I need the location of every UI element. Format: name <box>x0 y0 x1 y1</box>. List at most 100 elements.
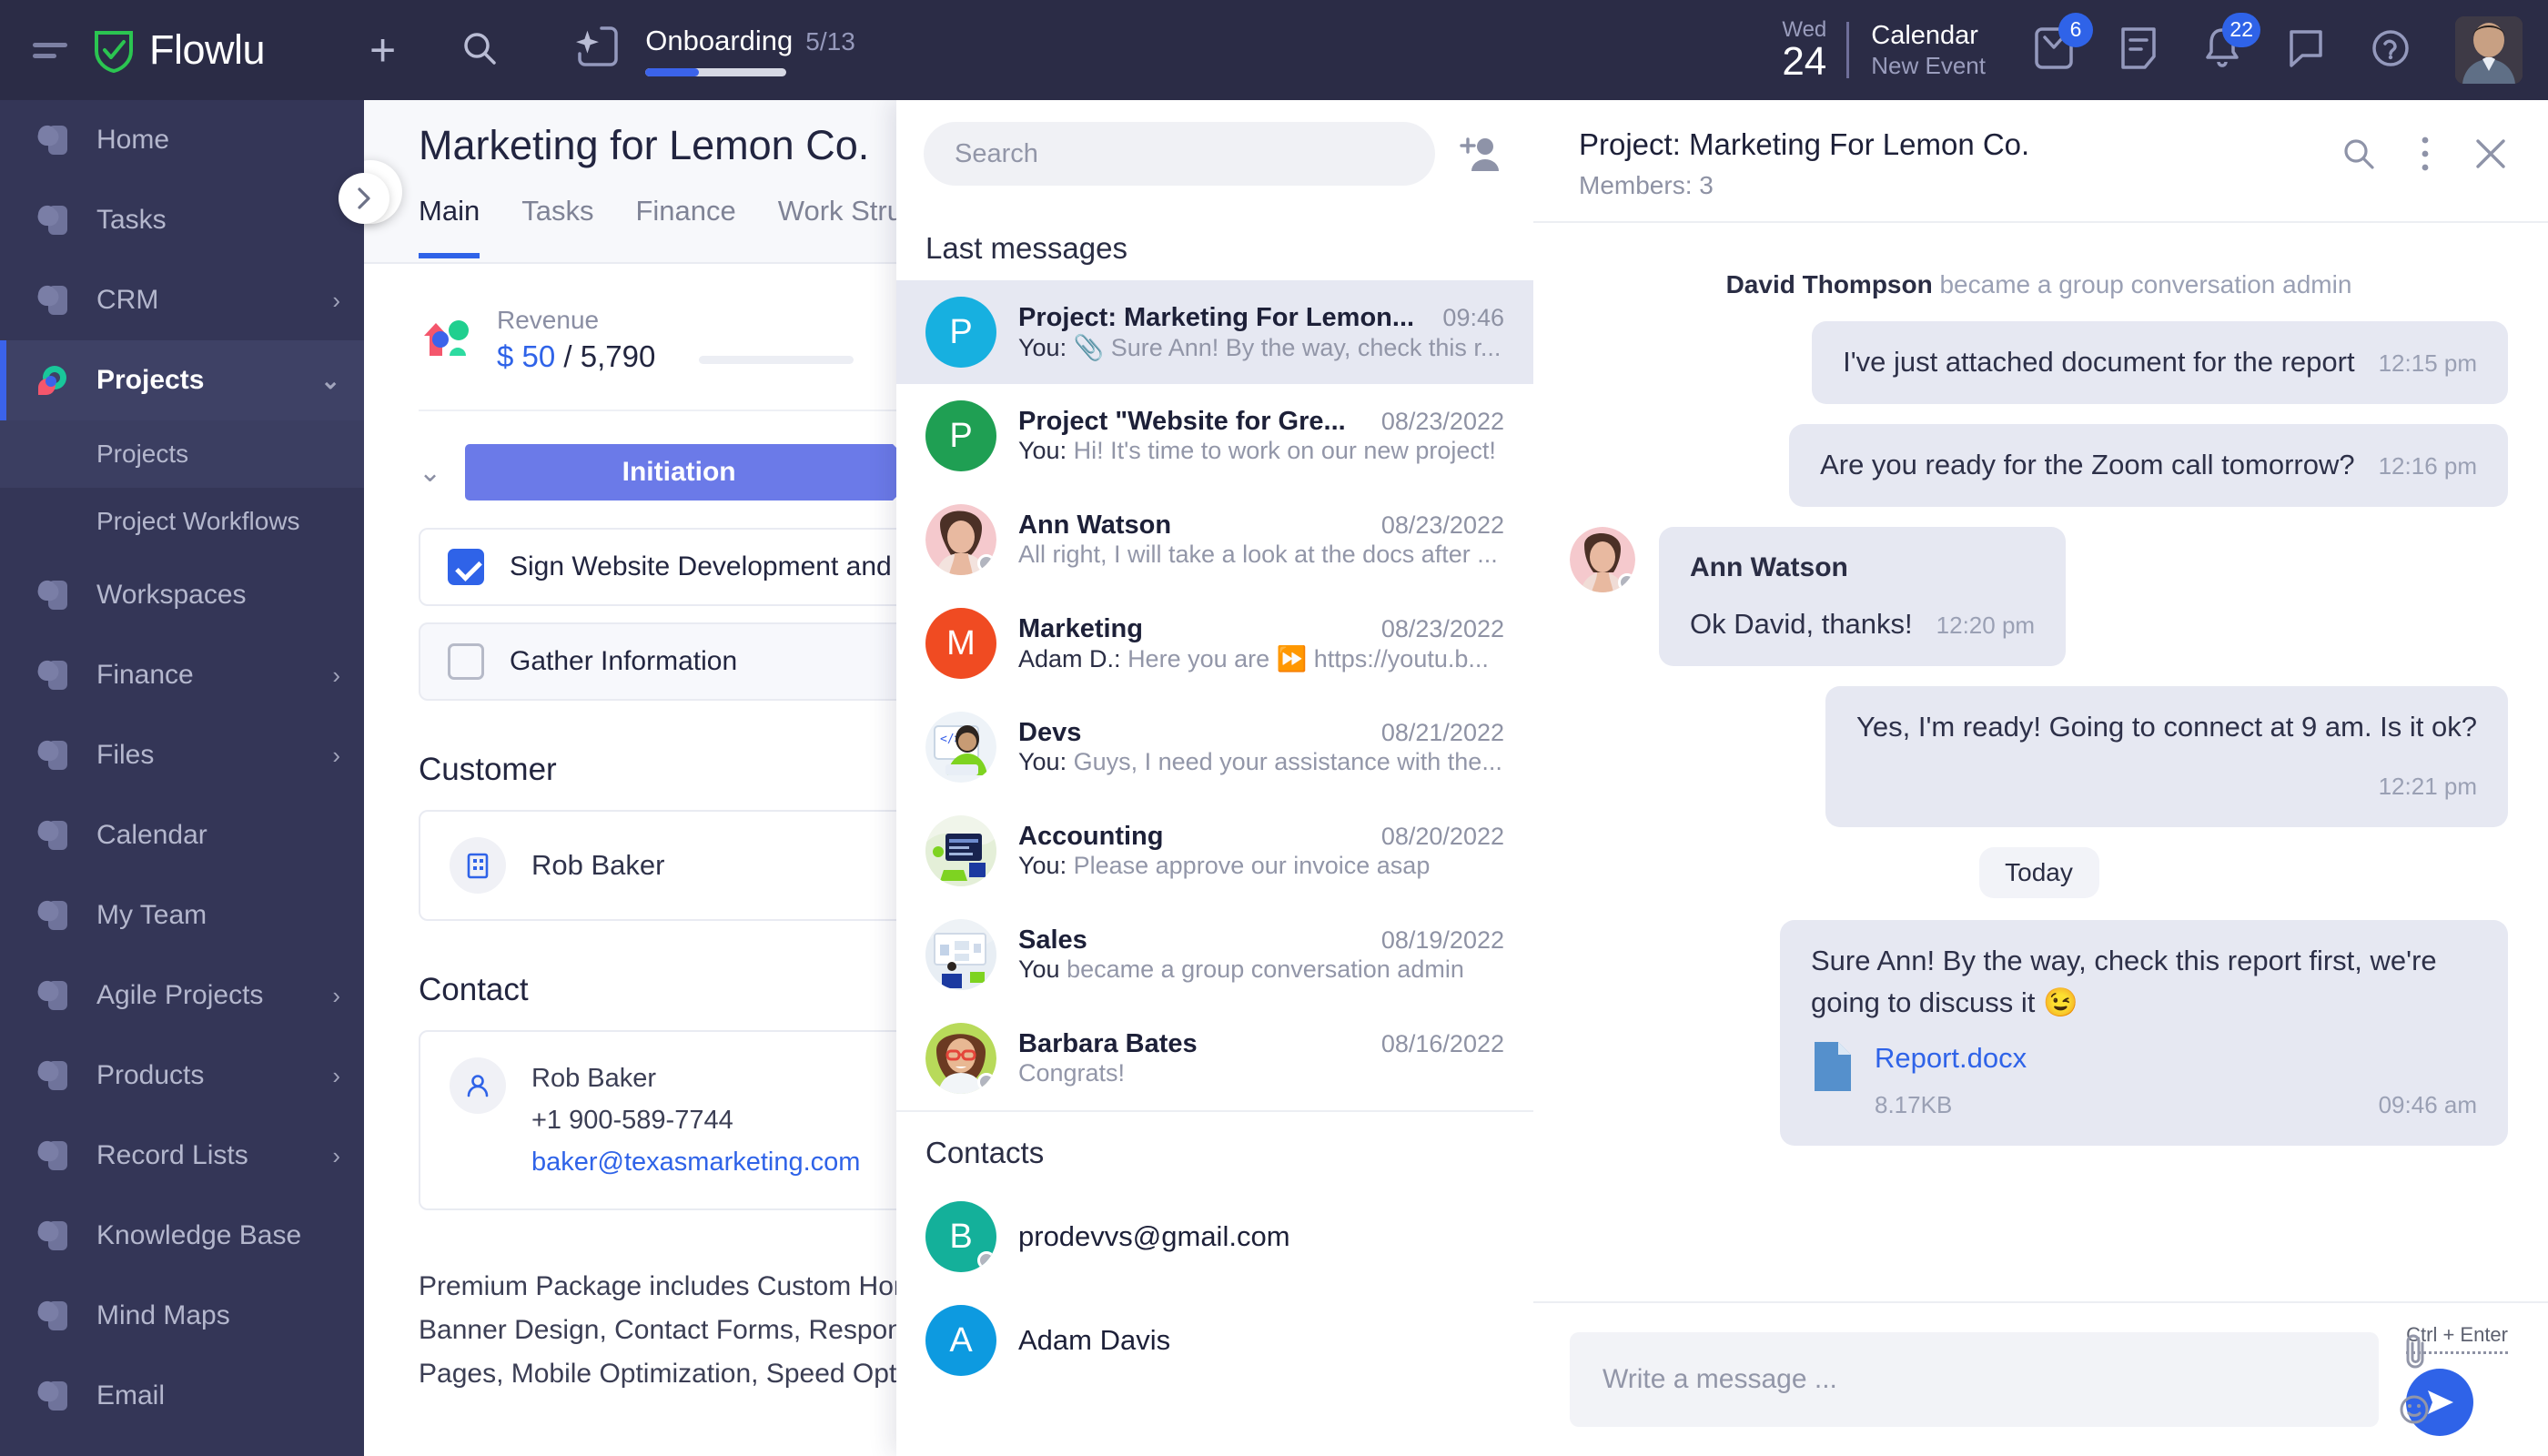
chevron-down-icon[interactable]: ⌄ <box>320 367 340 395</box>
message-time: 09:46 am <box>2378 1091 2477 1118</box>
message-bubble[interactable]: I've just attached document for the repo… <box>1812 321 2508 404</box>
close-icon[interactable] <box>2473 136 2508 176</box>
chevron-right-icon[interactable]: › <box>332 287 340 315</box>
calendar-new-event: New Event <box>1871 52 1986 79</box>
paperclip-icon[interactable] <box>2402 1334 2430 1373</box>
sidebar-item-tasks[interactable]: Tasks <box>0 180 364 260</box>
add-people-icon[interactable] <box>1455 135 1506 173</box>
sidebar-item-finance[interactable]: Finance › <box>0 635 364 715</box>
sidebar-item-files[interactable]: Files › <box>0 715 364 795</box>
file-size: 8.17KB <box>1875 1091 1953 1118</box>
contact-email[interactable]: baker@texasmarketing.com <box>531 1141 860 1183</box>
chevron-right-icon[interactable]: › <box>332 982 340 1010</box>
avatar: B <box>925 1201 996 1272</box>
sidebar-item-knowledge-base[interactable]: Knowledge Base <box>0 1196 364 1276</box>
tab-finance[interactable]: Finance <box>635 191 735 228</box>
chat-list-item[interactable]: M Marketing 08/23/2022 Adam D.: Here you ar… <box>896 592 1533 695</box>
sidebar-subitem-projects[interactable]: Projects <box>0 420 364 488</box>
chat-preview-text: Guys, I need your assistance with the... <box>1073 748 1502 775</box>
revenue-progress-bar <box>699 356 854 364</box>
calendar-widget[interactable]: Calendar New Event <box>1871 20 1986 80</box>
message-input[interactable]: Write a message ... <box>1570 1332 2380 1427</box>
avatar <box>925 504 996 575</box>
sidebar-item-workspaces[interactable]: Workspaces <box>0 555 364 635</box>
sidebar-item-client-portal[interactable]: Client Portal <box>0 1436 364 1456</box>
sidebar-item-crm[interactable]: CRM › <box>0 260 364 340</box>
search-icon[interactable] <box>2341 136 2377 177</box>
conversation-members: Members: 3 <box>1579 171 1714 199</box>
sidebar-item-email[interactable]: Email <box>0 1356 364 1436</box>
task-checkbox[interactable] <box>448 549 484 585</box>
chat-preview-text: became a group conversation admin <box>1067 956 1464 983</box>
chat-list-item[interactable]: P Project: Marketing For Lemon... 09:46 You… <box>896 280 1533 384</box>
chat-preview-text: Here you are ⏩ https://youtu.b... <box>1127 644 1489 672</box>
sidebar-item-record-lists[interactable]: Record Lists › <box>0 1116 364 1196</box>
sidebar-item-home[interactable]: Home <box>0 100 364 180</box>
chevron-right-icon[interactable]: › <box>332 1062 340 1090</box>
contact-list-item[interactable]: Bprodevvs@gmail.com <box>896 1185 1533 1289</box>
contact-phone: +1 900-589-7744 <box>531 1106 733 1135</box>
chat-list-item[interactable]: Sales 08/19/2022 You became a group conver… <box>896 903 1533 1006</box>
sidebar-item-calendar[interactable]: Calendar <box>0 795 364 875</box>
revenue-value: $ 50 / 5,790 <box>497 337 655 377</box>
emoji-icon[interactable] <box>2399 1394 2430 1430</box>
chevron-right-icon[interactable]: › <box>332 1142 340 1170</box>
stage-initiation[interactable]: Initiation <box>465 444 922 500</box>
message-bubble-attachment[interactable]: Sure Ann! By the way, check this report … <box>1780 920 2508 1146</box>
conversation-header: Project: Marketing For Lemon Co. Members… <box>1533 100 2548 223</box>
tab-main[interactable]: Main <box>419 191 480 258</box>
app-name: Flowlu <box>149 26 266 73</box>
chat-preview-text: Please approve our invoice asap <box>1073 852 1431 879</box>
chevron-right-icon[interactable]: › <box>332 742 340 770</box>
sidebar-item-label: Tasks <box>96 205 167 235</box>
chevron-right-icon[interactable]: › <box>332 662 340 690</box>
chat-preview-prefix: You: <box>1018 437 1067 464</box>
bell-icon[interactable]: 22 <box>2202 12 2260 76</box>
day-divider: Today <box>1978 847 2099 898</box>
avatar <box>1570 527 1635 592</box>
sidebar-item-my-team[interactable]: My Team <box>0 875 364 956</box>
sidebar-item-projects[interactable]: Projects ⌄ <box>0 340 364 420</box>
sidebar-item-agile-projects[interactable]: Agile Projects › <box>0 956 364 1036</box>
chat-list-item[interactable]: Ann Watson 08/23/2022 All right, I will ta… <box>896 488 1533 592</box>
avatar: </> <box>925 712 996 783</box>
more-vertical-icon[interactable] <box>2419 135 2432 177</box>
chat-list-item[interactable]: Accounting 08/20/2022 You: Please approve … <box>896 799 1533 903</box>
search-input[interactable]: Search <box>924 122 1435 186</box>
search-icon[interactable] <box>460 28 500 73</box>
sidebar-expand-button[interactable] <box>339 173 389 224</box>
chat-list-item[interactable]: P Project "Website for Gre... 08/23/2022 Yo… <box>896 384 1533 488</box>
task-checkbox[interactable] <box>448 643 484 680</box>
mail-badge: 6 <box>2058 12 2093 47</box>
chat-preview-prefix: You: <box>1018 748 1067 775</box>
sidebar-subitem-label: Project Workflows <box>96 507 300 535</box>
user-avatar[interactable] <box>2455 16 2523 84</box>
app-logo[interactable]: Flowlu <box>93 26 266 74</box>
sidebar-item-products[interactable]: Products › <box>0 1036 364 1116</box>
sparkle-icon[interactable] <box>574 25 620 76</box>
chat-list-item[interactable]: Barbara Bates 08/16/2022 Congrats! <box>896 1006 1533 1110</box>
message-bubble[interactable]: Ann Watson Ok David, thanks! 12:20 pm <box>1659 527 2067 666</box>
tab-tasks[interactable]: Tasks <box>521 191 593 228</box>
mail-icon[interactable]: 6 <box>2033 12 2093 76</box>
message-bubble[interactable]: Yes, I'm ready! Going to connect at 9 am… <box>1825 686 2508 827</box>
sidebar-item-mind-maps[interactable]: Mind Maps <box>0 1276 364 1356</box>
message-text: I've just attached document for the repo… <box>1843 346 2355 378</box>
help-icon[interactable] <box>2370 27 2412 74</box>
contact-list-item[interactable]: A Adam Davis <box>896 1289 1533 1392</box>
chat-preview-text: Congrats! <box>1018 1059 1126 1087</box>
team-icon <box>33 895 73 935</box>
tasks-icon <box>33 200 73 240</box>
file-name[interactable]: Report.docx <box>1875 1040 2477 1077</box>
add-button[interactable]: + <box>369 27 396 73</box>
flowlu-shield-icon <box>93 27 135 74</box>
notes-icon[interactable] <box>2118 25 2159 76</box>
message-bubble[interactable]: Are you ready for the Zoom call tomorrow… <box>1789 424 2508 507</box>
hamburger-icon[interactable] <box>33 42 67 58</box>
chat-icon[interactable] <box>2286 26 2326 75</box>
chevron-down-icon[interactable]: ⌄ <box>419 457 441 489</box>
chat-list-item[interactable]: </> Devs 08/21/2022 You: Guys, I need your … <box>896 695 1533 799</box>
avatar: M <box>925 608 996 679</box>
sidebar-subitem-project-workflows[interactable]: Project Workflows <box>0 488 364 555</box>
onboarding-widget[interactable]: Onboarding 5/13 <box>645 25 855 76</box>
